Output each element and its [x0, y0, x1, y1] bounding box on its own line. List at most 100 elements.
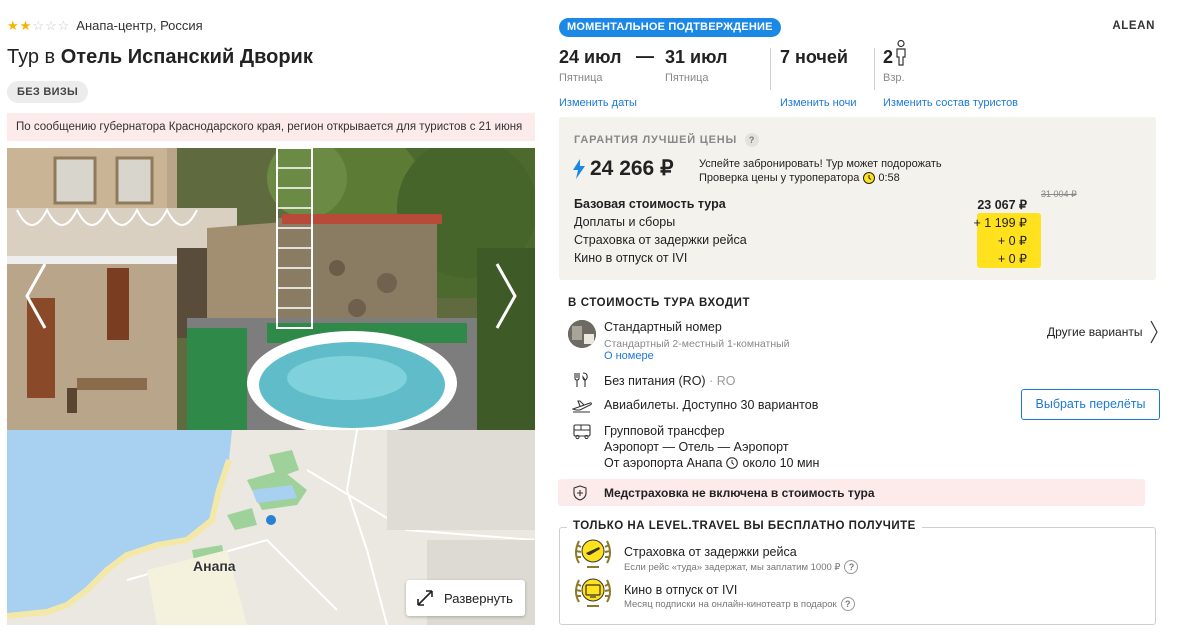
price-box: ГАРАНТИЯ ЛУЧШЕЙ ЦЕНЫ ? 24 266 ₽ Успейте …: [559, 117, 1156, 280]
price-check-row: Проверка цены у туроператора 0:58: [699, 171, 900, 185]
best-price-guarantee: ГАРАНТИЯ ЛУЧШЕЙ ЦЕНЫ ?: [574, 133, 760, 147]
breakdown-value: + 1 199 ₽: [973, 216, 1027, 230]
tourists-count: 2: [883, 47, 894, 67]
change-nights-link[interactable]: Изменить ночи: [780, 97, 857, 109]
total-price: 24 266 ₽: [590, 157, 674, 180]
breakdown-row: Кино в отпуск от IVI + 0 ₽: [574, 251, 1042, 269]
tourists: 2 Взр.: [883, 40, 907, 84]
cutlery-icon: [574, 372, 588, 387]
other-variants-label: Другие варианты: [1047, 325, 1143, 339]
bonus-subtitle: Если рейс «туда» задержат, мы заплатим 1…: [624, 561, 841, 573]
date-from-day: Пятница: [559, 72, 603, 84]
room-image: [568, 320, 596, 348]
bonus-subtitle: Месяц подписки на онлайн-кинотеатр в под…: [624, 598, 837, 610]
transfer-time-prefix: От аэропорта Анапа: [604, 456, 723, 470]
transfer-title: Групповой трансфер: [604, 424, 725, 438]
bonus-subtitle-row: Если рейс «туда» задержат, мы заплатим 1…: [624, 560, 859, 574]
date-to-day: Пятница: [665, 72, 709, 84]
price-breakdown: Базовая стоимость тура 23 067 ₽ Доплаты …: [574, 197, 1042, 269]
flight-delay-insurance-icon: [575, 539, 611, 568]
hurry-line-2: Проверка цены у туроператора: [699, 172, 860, 184]
bonus-title: ТОЛЬКО НА LEVEL.TRAVEL ВЫ БЕСПЛАТНО ПОЛУ…: [567, 520, 922, 532]
breakdown-value: + 0 ₽: [997, 234, 1027, 248]
room-thumbnail[interactable]: [568, 320, 596, 348]
page-title: Тур в Отель Испанский Дворик: [7, 46, 313, 69]
clock-icon: [726, 457, 739, 469]
star-icon: ★: [19, 17, 32, 33]
cinema-gift-icon: [575, 578, 611, 607]
meal-info: Без питания (RO) · RO: [604, 374, 735, 388]
star-empty-icon: ☆: [32, 17, 44, 33]
location-row: ★ ★ ☆ ☆ ☆ Анапа-центр, Россия: [7, 16, 203, 34]
room-description: Стандартный 2-местный 1-комнатный: [604, 338, 790, 350]
bus-icon: [573, 424, 591, 440]
expand-icon: [417, 590, 433, 606]
expand-label: Развернуть: [444, 590, 513, 606]
bonus-subtitle-row: Месяц подписки на онлайн-кинотеатр в под…: [624, 597, 855, 611]
date-from: 24 июл Пятница: [559, 46, 621, 84]
hurry-line-1: Успейте забронировать! Тур может подорож…: [699, 158, 942, 170]
title-prefix: Тур в: [7, 46, 61, 68]
total-price-row: 24 266 ₽: [573, 156, 673, 181]
date-to: 31 июл Пятница: [665, 46, 727, 84]
choose-flights-button[interactable]: Выбрать перелёты: [1021, 389, 1160, 420]
about-room-link[interactable]: О номере: [604, 350, 654, 362]
guarantee-label: ГАРАНТИЯ ЛУЧШЕЙ ЦЕНЫ: [574, 134, 738, 146]
chevron-left-icon: [25, 263, 47, 329]
shield-plus-icon: [573, 485, 587, 501]
bonus-name: Страховка от задержки рейса: [624, 545, 797, 559]
breakdown-row: Страховка от задержки рейса + 0 ₽: [574, 233, 1042, 251]
hotel-stars: ★ ★ ☆ ☆ ☆: [7, 19, 69, 32]
tour-operator: ALEAN: [1112, 20, 1155, 32]
breakdown-row: Доплаты и сборы + 1 199 ₽: [574, 215, 1042, 233]
nights-value: 7 ночей: [780, 47, 848, 67]
star-icon: ★: [7, 17, 19, 33]
date-to-value: 31 июл: [665, 47, 728, 67]
transfer-time: около 10 мин: [742, 456, 820, 470]
star-empty-icon: ☆: [44, 17, 57, 33]
meal-label: Без питания (RO): [604, 374, 706, 388]
star-empty-icon: ☆: [57, 17, 70, 33]
photo-next-button[interactable]: [491, 260, 521, 332]
pool-courtyard-image: [7, 148, 535, 430]
map-city-label: Анапа: [193, 558, 236, 574]
breakdown-value: + 0 ₽: [997, 252, 1027, 266]
room-name: Стандартный номер: [604, 320, 722, 334]
other-variants-link[interactable]: Другие варианты: [1047, 320, 1159, 344]
photo-prev-button[interactable]: [21, 260, 51, 332]
map-expand-button[interactable]: Развернуть: [406, 580, 525, 616]
breakdown-label: Кино в отпуск от IVI: [574, 251, 688, 265]
nights: 7 ночей: [780, 46, 848, 68]
breakdown-row: Базовая стоимость тура 23 067 ₽: [574, 197, 1042, 215]
flights-info: Авиабилеты. Доступно 30 вариантов: [604, 398, 819, 412]
chevron-right-icon: [1150, 320, 1159, 344]
divider: [770, 48, 771, 90]
transfer-route: Аэропорт — Отель — Аэропорт: [604, 440, 789, 454]
price-hurry-note: Успейте забронировать! Тур может подорож…: [699, 157, 942, 185]
tourists-row: 2: [883, 40, 907, 68]
meal-code: RO: [716, 374, 736, 388]
tourists-label: Взр.: [883, 72, 905, 84]
help-icon[interactable]: ?: [745, 133, 760, 147]
instant-confirmation-badge: МОМЕНТАЛЬНОЕ ПОДТВЕРЖДЕНИЕ: [559, 18, 781, 37]
transfer-time-row: От аэропорта Анапа около 10 мин: [604, 456, 819, 470]
breakdown-label: Базовая стоимость тура: [574, 197, 726, 211]
hotel-map[interactable]: Анапа Развернуть: [7, 430, 535, 625]
person-icon: [896, 40, 906, 66]
hotel-name: Отель Испанский Дворик: [60, 46, 313, 68]
breakdown-label: Страховка от задержки рейса: [574, 233, 747, 247]
help-icon[interactable]: ?: [844, 560, 859, 574]
hotel-photo[interactable]: [7, 148, 535, 430]
price-timer: 0:58: [878, 172, 900, 184]
meal-separator: ·: [705, 374, 717, 388]
date-separator: —: [636, 46, 654, 66]
chevron-right-icon: [495, 263, 517, 329]
help-icon[interactable]: ?: [840, 597, 855, 611]
insurance-warning-text: Медстраховка не включена в стоимость тур…: [604, 486, 875, 500]
medical-insurance-warning: Медстраховка не включена в стоимость тур…: [558, 479, 1145, 506]
includes-title: В СТОИМОСТЬ ТУРА ВХОДИТ: [568, 297, 751, 309]
divider: [874, 48, 875, 90]
old-price: 31 004 ₽: [1041, 189, 1077, 199]
change-tourists-link[interactable]: Изменить состав туристов: [883, 97, 1018, 109]
change-dates-link[interactable]: Изменить даты: [559, 97, 637, 109]
